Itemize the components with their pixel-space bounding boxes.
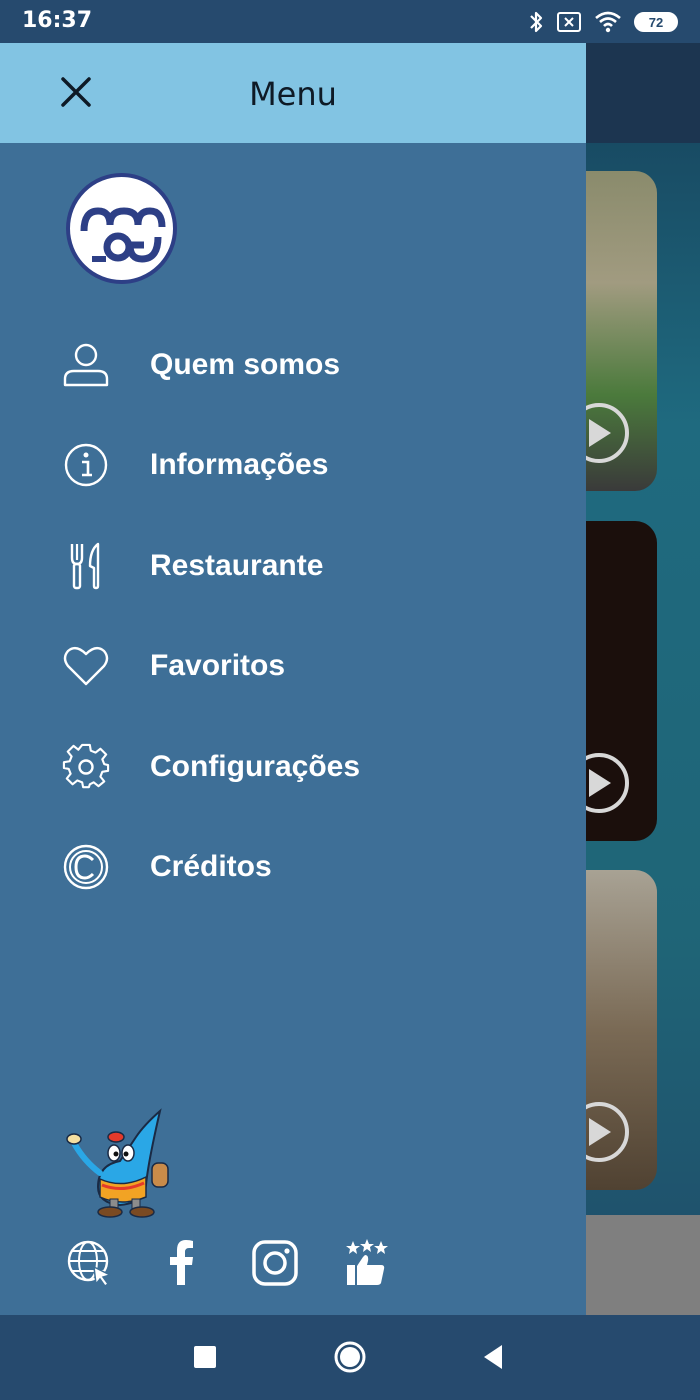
instagram-icon[interactable] [251, 1239, 299, 1287]
video-card[interactable] [586, 521, 657, 841]
wifi-icon [595, 11, 621, 33]
battery-icon: 72 [634, 12, 678, 32]
facebook-icon[interactable] [158, 1239, 206, 1287]
globe-icon[interactable] [66, 1239, 114, 1287]
menu-item-favoritos[interactable]: Favoritos [0, 623, 586, 709]
menu-item-configuracoes[interactable]: Configurações [0, 724, 586, 810]
menu-item-label: Informações [150, 448, 329, 481]
menu-item-label: Configurações [150, 750, 361, 783]
status-icons: 72 [528, 8, 678, 36]
menu-item-restaurante[interactable]: Restaurante [0, 523, 586, 609]
status-time: 16:37 [22, 8, 93, 33]
background-app-content [586, 43, 700, 1315]
no-sim-icon [557, 12, 581, 32]
brand-logo-icon [66, 173, 177, 284]
fork-knife-icon [70, 542, 100, 590]
battery-level: 72 [648, 14, 664, 30]
drawer-header: Menu [0, 43, 586, 143]
bluetooth-icon [530, 11, 543, 33]
social-links [0, 1239, 586, 1293]
menu-item-label: Créditos [150, 850, 272, 883]
menu-item-informacoes[interactable]: Informações [0, 422, 586, 508]
background-app-header [586, 43, 700, 143]
video-card[interactable] [586, 870, 657, 1190]
drawer-title: Menu [249, 75, 337, 113]
menu-item-label: Favoritos [150, 649, 286, 682]
menu-item-creditos[interactable]: Créditos [0, 824, 586, 910]
menu-item-quem-somos[interactable]: Quem somos [0, 322, 586, 408]
rating-thumbs-up-icon[interactable] [343, 1239, 391, 1287]
water-drop-mascot-icon [66, 1108, 169, 1218]
gear-icon [62, 743, 110, 789]
video-card[interactable] [586, 171, 657, 491]
play-icon[interactable] [586, 403, 629, 463]
home-icon[interactable] [328, 1335, 372, 1379]
copyright-icon [63, 844, 109, 890]
navigation-drawer: Menu Quem somos Informações Restaurante … [0, 43, 586, 1315]
play-icon[interactable] [586, 1102, 629, 1162]
user-icon [63, 343, 109, 387]
status-bar: 16:37 72 [0, 0, 700, 43]
menu-item-label: Quem somos [150, 348, 341, 381]
info-icon [64, 443, 108, 487]
heart-icon [63, 646, 109, 686]
recent-apps-icon[interactable] [183, 1335, 227, 1379]
play-icon[interactable] [586, 753, 629, 813]
system-navigation-bar [0, 1315, 700, 1400]
back-icon[interactable] [472, 1335, 516, 1379]
menu-item-label: Restaurante [150, 549, 324, 582]
background-app-footer [586, 1215, 700, 1315]
